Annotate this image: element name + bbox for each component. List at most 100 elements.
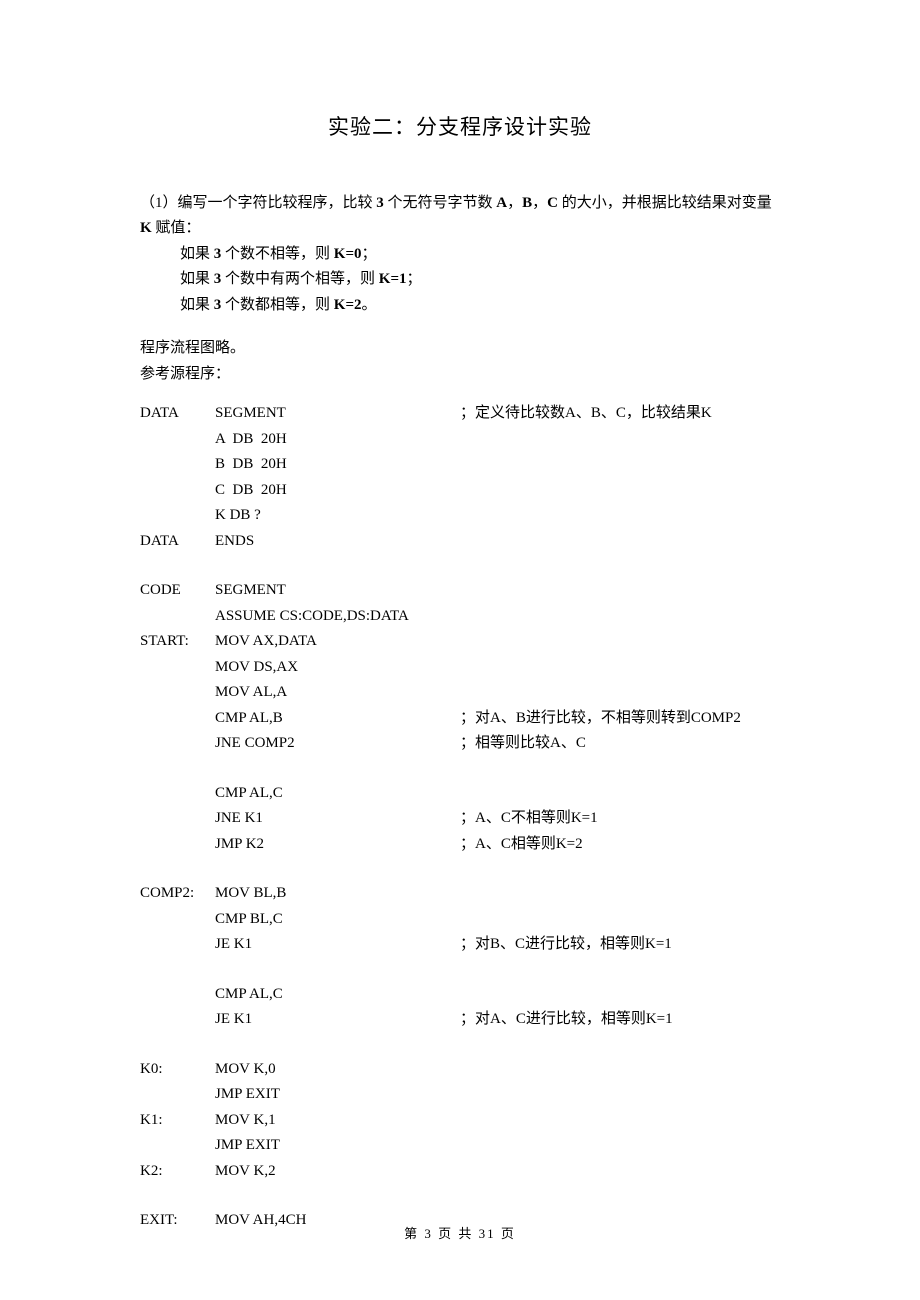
code-instruction: JE K1 (215, 932, 460, 958)
text: 个数都相等，则 (221, 297, 334, 313)
flow-note: 程序流程图略。 (140, 336, 780, 362)
code-instruction: SEGMENT (215, 401, 460, 427)
code-line: JMP K2；A、C相等则K=2 (140, 832, 780, 858)
condition-1: 如果 3 个数不相等，则 K=0； (140, 242, 780, 268)
code-line: K1:MOV K,1 (140, 1108, 780, 1134)
code-instruction: MOV K,1 (215, 1108, 460, 1134)
code-listing: DATASEGMENT；定义待比较数A、B、C，比较结果KA DB 20HB D… (140, 401, 780, 1234)
code-comment: ；A、C不相等则K=1 (460, 806, 780, 832)
code-label: START: (140, 629, 215, 655)
code-line: DATASEGMENT；定义待比较数A、B、C，比较结果K (140, 401, 780, 427)
blank-line (140, 757, 780, 781)
text: 如果 (180, 297, 214, 313)
code-comment: ；对A、C进行比较，相等则K=1 (460, 1007, 780, 1033)
code-instruction: B DB 20H (215, 452, 460, 478)
code-instruction: K DB ? (215, 503, 460, 529)
blank-line (140, 857, 780, 881)
code-line: JNE K1；A、C不相等则K=1 (140, 806, 780, 832)
code-comment: ；对B、C进行比较，相等则K=1 (460, 932, 780, 958)
code-instruction: ENDS (215, 529, 460, 555)
code-line: CMP AL,B；对A、B进行比较，不相等则转到COMP2 (140, 706, 780, 732)
code-line: K0:MOV K,0 (140, 1057, 780, 1083)
code-label: COMP2: (140, 881, 215, 907)
code-line: K DB ? (140, 503, 780, 529)
text: （1）编写一个字符比较程序，比较 (140, 195, 376, 211)
code-line: CODESEGMENT (140, 578, 780, 604)
code-instruction: JMP EXIT (215, 1082, 460, 1108)
code-line: DATAENDS (140, 529, 780, 555)
text: 赋值： (152, 220, 201, 236)
code-comment: ；A、C相等则K=2 (460, 832, 780, 858)
code-instruction: CMP AL,C (215, 781, 460, 807)
code-instruction: JNE K1 (215, 806, 460, 832)
code-line: JE K1；对B、C进行比较，相等则K=1 (140, 932, 780, 958)
text-bold: K=1 (379, 271, 407, 287)
text: 的大小，并根据比较结果对变量 (558, 195, 772, 211)
code-instruction: MOV K,2 (215, 1159, 460, 1185)
code-instruction: MOV DS,AX (215, 655, 460, 681)
code-label: K2: (140, 1159, 215, 1185)
code-instruction: JMP K2 (215, 832, 460, 858)
reference-label: 参考源程序： (140, 362, 780, 388)
text: 如果 (180, 271, 214, 287)
question-paragraph: （1）编写一个字符比较程序，比较 3 个无符号字节数 A，B，C 的大小，并根据… (140, 191, 780, 242)
code-label: CODE (140, 578, 215, 604)
code-line: MOV DS,AX (140, 655, 780, 681)
code-instruction: A DB 20H (215, 427, 460, 453)
text: 。 (362, 297, 377, 313)
text: 如果 (180, 246, 214, 262)
code-instruction: CMP BL,C (215, 907, 460, 933)
code-label: K0: (140, 1057, 215, 1083)
text: ， (507, 195, 522, 211)
code-instruction: MOV K,0 (215, 1057, 460, 1083)
blank-line (140, 958, 780, 982)
code-line: JMP EXIT (140, 1133, 780, 1159)
text-bold: 3 (376, 195, 384, 211)
code-instruction: C DB 20H (215, 478, 460, 504)
code-comment: ；对A、B进行比较，不相等则转到COMP2 (460, 706, 780, 732)
text-bold: K (140, 220, 152, 236)
code-line: CMP AL,C (140, 781, 780, 807)
code-instruction: JE K1 (215, 1007, 460, 1033)
code-instruction: CMP AL,B (215, 706, 460, 732)
document-title: 实验二：分支程序设计实验 (140, 110, 780, 146)
code-instruction: MOV BL,B (215, 881, 460, 907)
condition-3: 如果 3 个数都相等，则 K=2。 (140, 293, 780, 319)
code-line: B DB 20H (140, 452, 780, 478)
blank-line (140, 554, 780, 578)
code-line: JMP EXIT (140, 1082, 780, 1108)
text: 个无符号字节数 (384, 195, 497, 211)
code-comment: ；定义待比较数A、B、C，比较结果K (460, 401, 780, 427)
code-line: JNE COMP2；相等则比较A、C (140, 731, 780, 757)
page-content: 实验二：分支程序设计实验 （1）编写一个字符比较程序，比较 3 个无符号字节数 … (0, 0, 920, 1234)
text-bold: C (547, 195, 558, 211)
code-instruction: CMP AL,C (215, 982, 460, 1008)
code-line: CMP AL,C (140, 982, 780, 1008)
text: 个数中有两个相等，则 (221, 271, 379, 287)
blank-line (140, 1184, 780, 1208)
code-line: COMP2:MOV BL,B (140, 881, 780, 907)
text: ； (362, 246, 377, 262)
code-line: C DB 20H (140, 478, 780, 504)
code-line: JE K1；对A、C进行比较，相等则K=1 (140, 1007, 780, 1033)
code-instruction: MOV AL,A (215, 680, 460, 706)
code-instruction: JNE COMP2 (215, 731, 460, 757)
code-line: START:MOV AX,DATA (140, 629, 780, 655)
code-line: ASSUME CS:CODE,DS:DATA (140, 604, 780, 630)
text-bold: A (496, 195, 507, 211)
blank-line (140, 1033, 780, 1057)
text: ； (407, 271, 422, 287)
code-instruction: SEGMENT (215, 578, 460, 604)
text: ， (532, 195, 547, 211)
code-line: MOV AL,A (140, 680, 780, 706)
text-bold: K=0 (334, 246, 362, 262)
code-label: DATA (140, 401, 215, 427)
text-bold: B (522, 195, 532, 211)
condition-2: 如果 3 个数中有两个相等，则 K=1； (140, 267, 780, 293)
code-line: K2:MOV K,2 (140, 1159, 780, 1185)
code-line: CMP BL,C (140, 907, 780, 933)
code-line: A DB 20H (140, 427, 780, 453)
text-bold: K=2 (334, 297, 362, 313)
code-instruction: ASSUME CS:CODE,DS:DATA (215, 604, 460, 630)
code-instruction: MOV AX,DATA (215, 629, 460, 655)
